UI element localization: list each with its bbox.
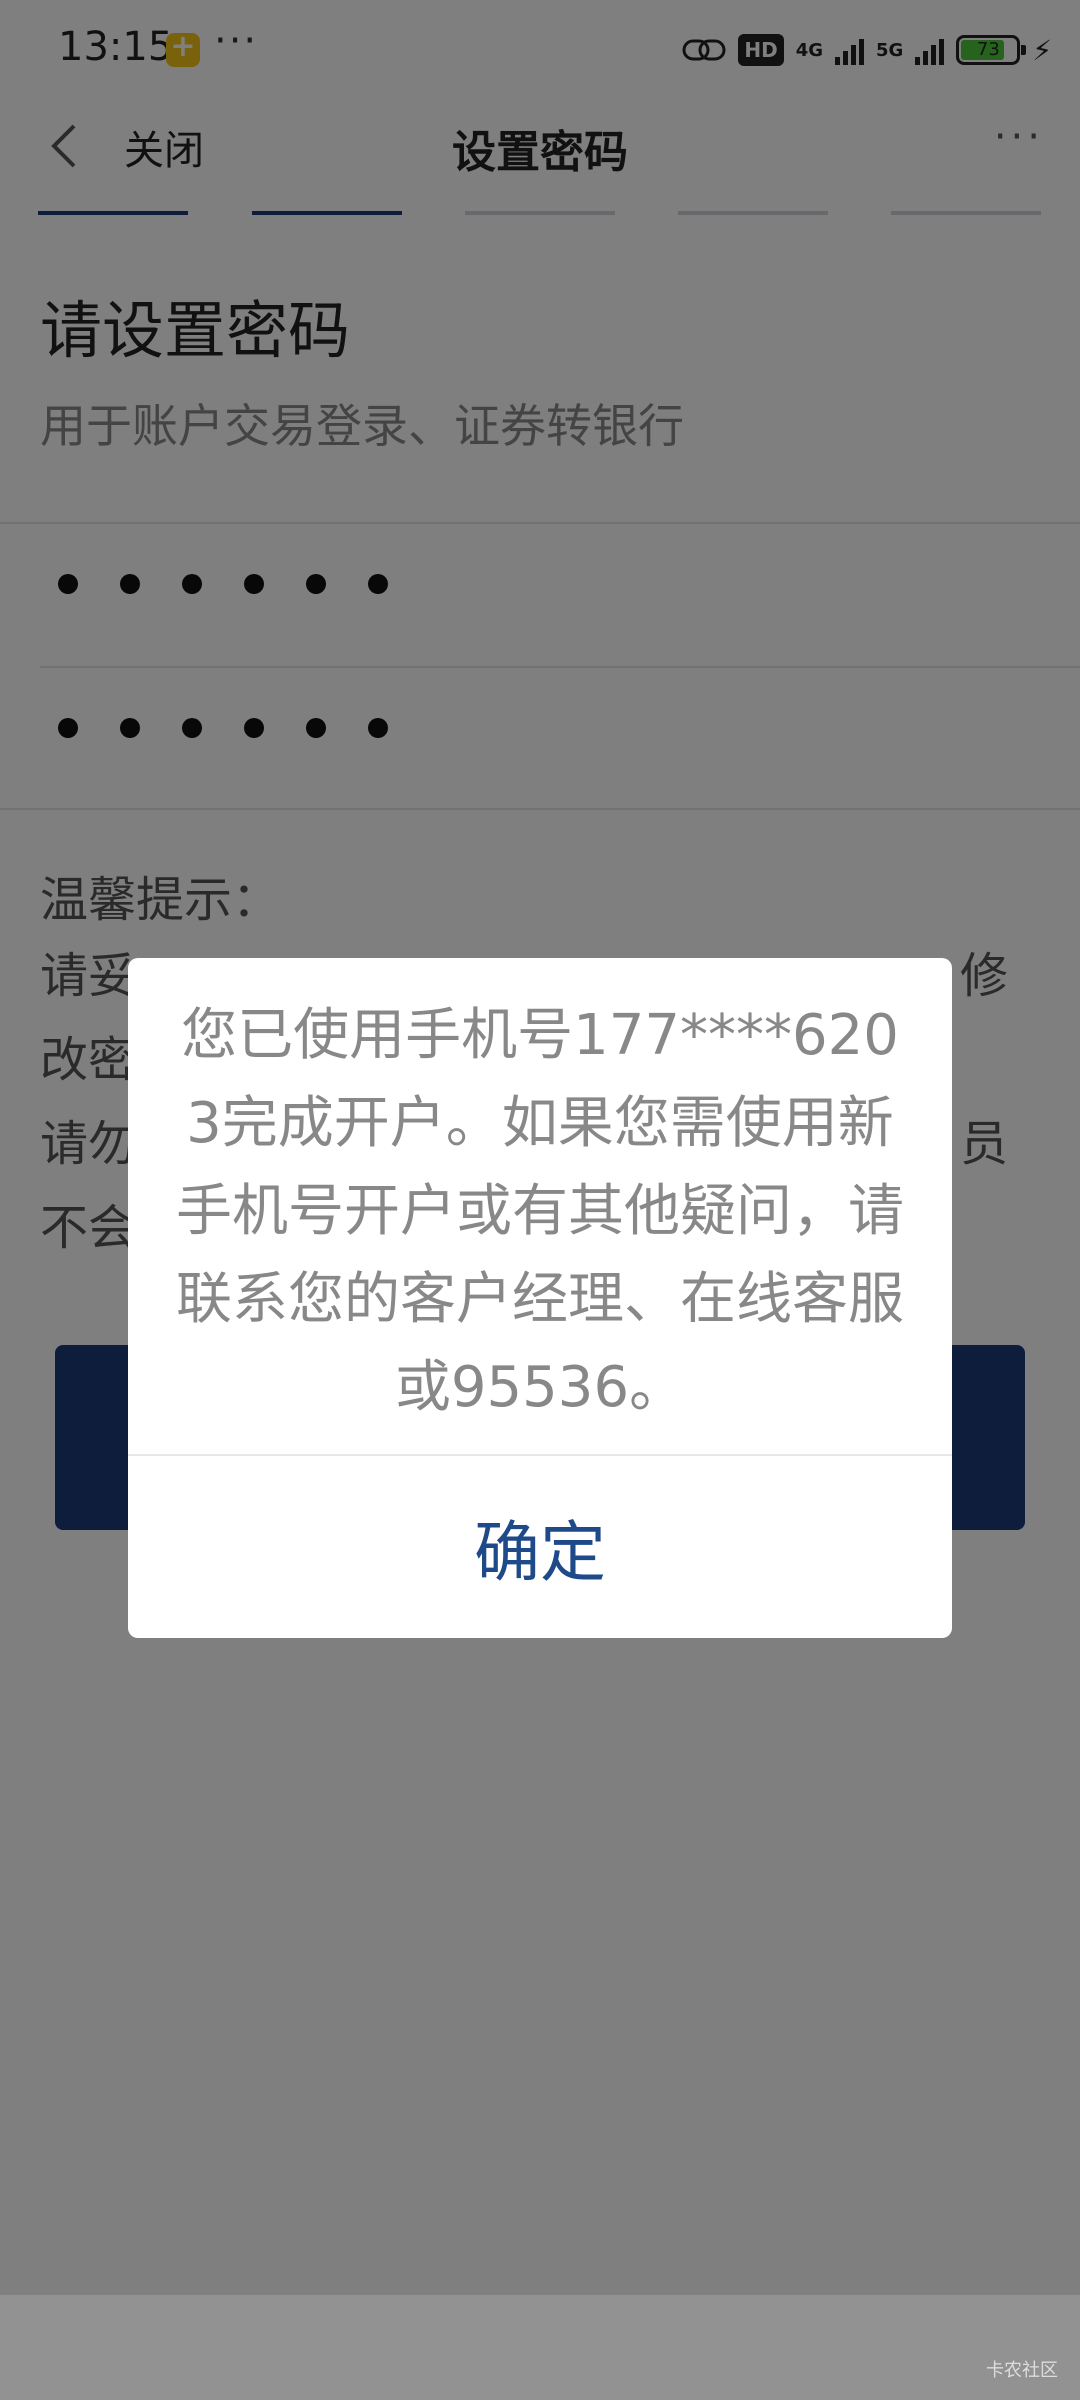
bottom-strip	[0, 2295, 1080, 2400]
alert-dialog: 您已使用手机号177****6203完成开户。如果您需使用新手机号开户或有其他疑…	[128, 958, 952, 1638]
confirm-button[interactable]: 确定	[128, 1456, 952, 1638]
watermark: 卡农社区	[986, 2360, 1058, 2381]
dialog-message: 您已使用手机号177****6203完成开户。如果您需使用新手机号开户或有其他疑…	[176, 1003, 904, 1420]
